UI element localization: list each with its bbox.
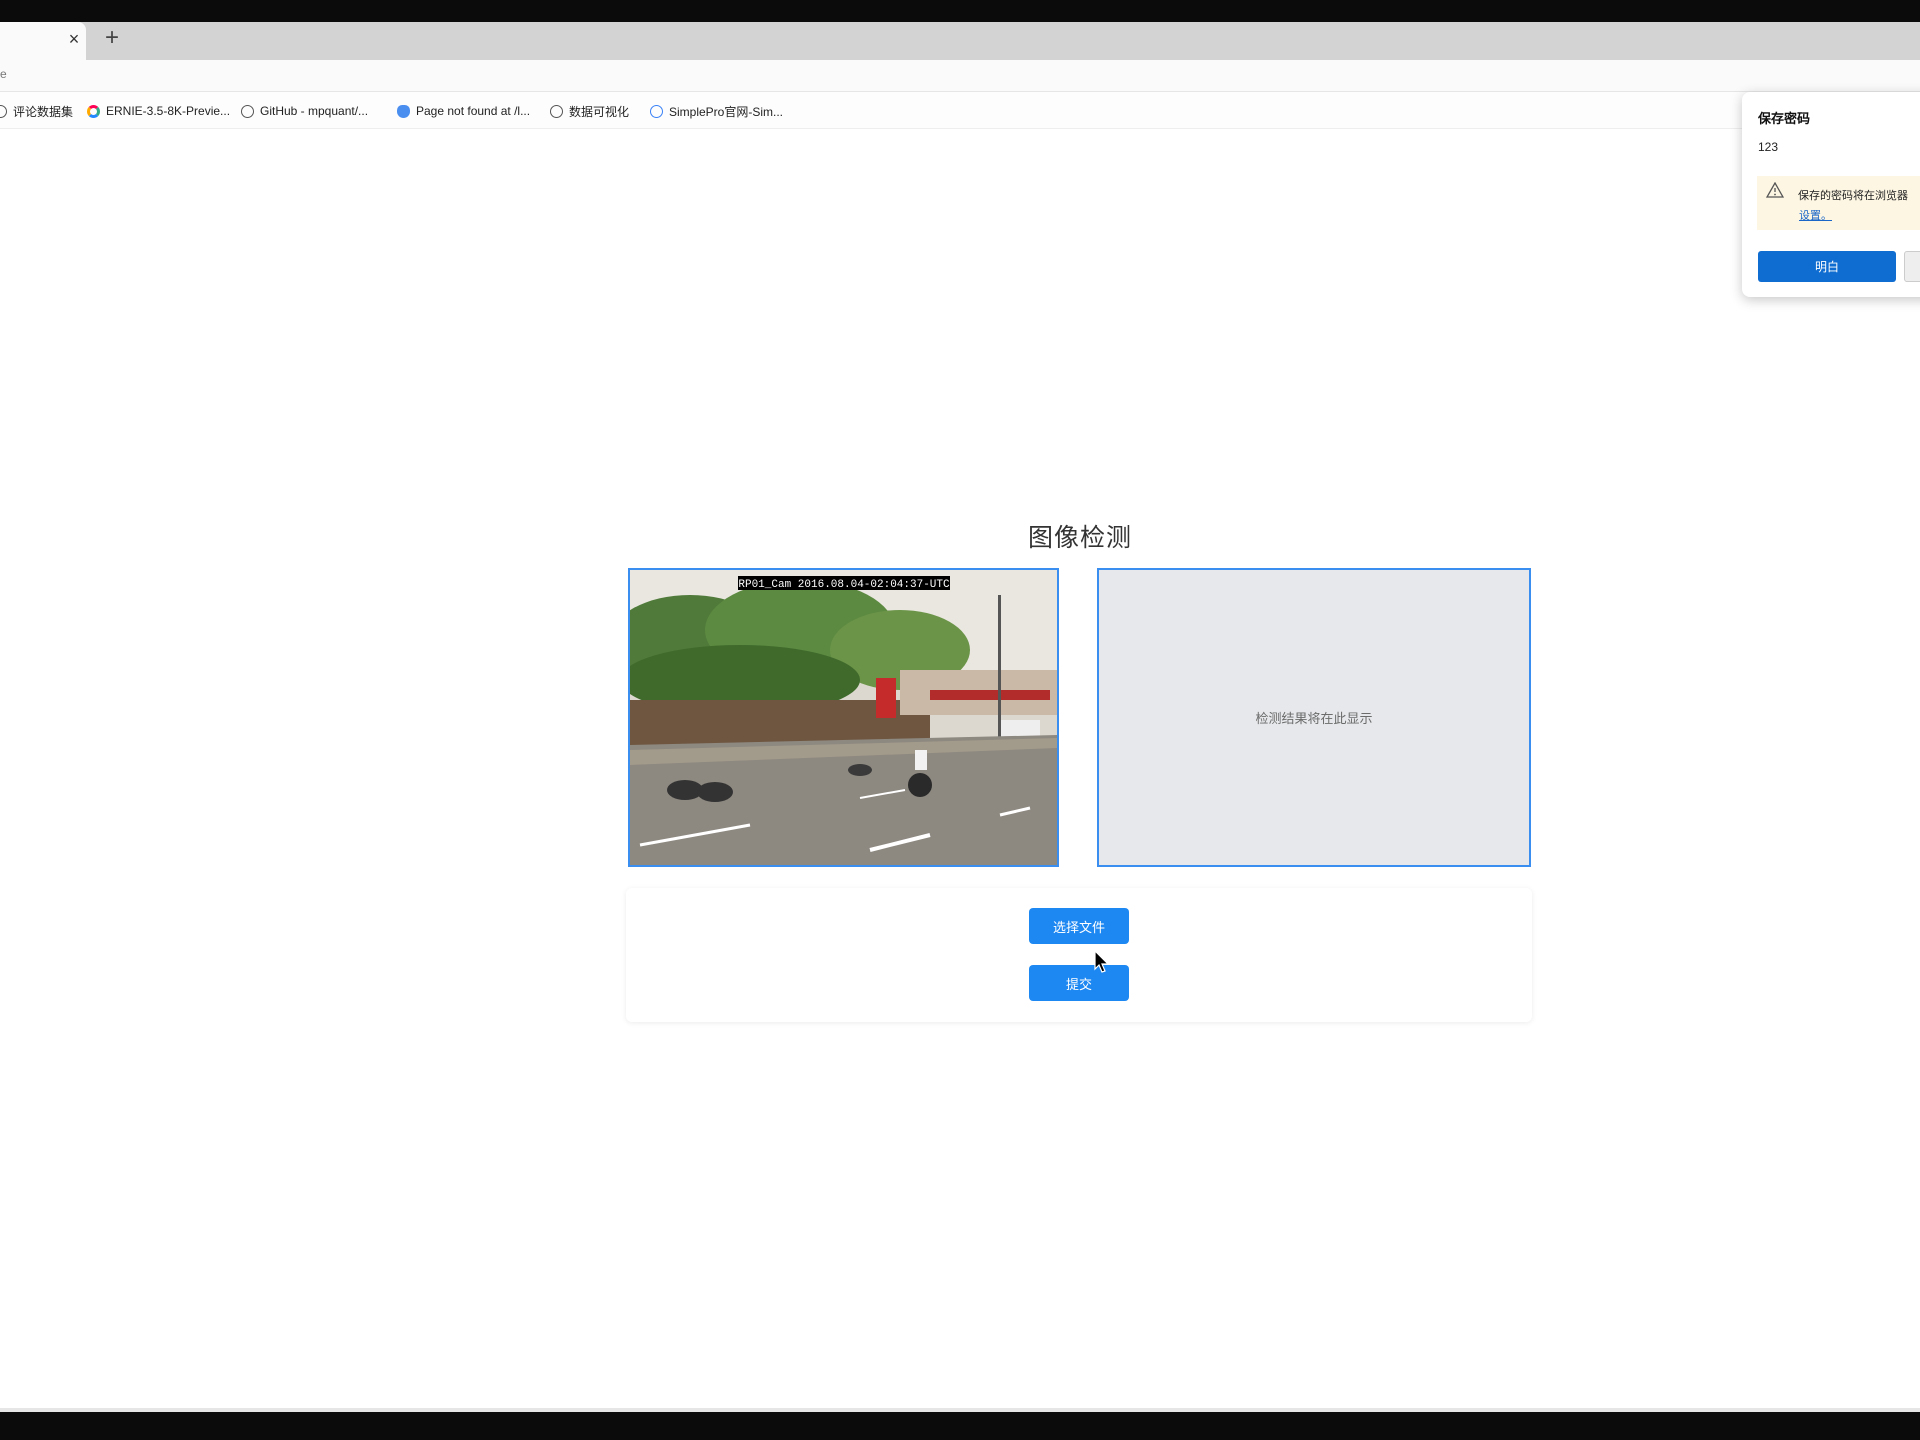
bookmark-item[interactable]: 数据可视化 <box>550 101 629 121</box>
bookmark-label: ERNIE-3.5-8K-Previe... <box>106 104 231 118</box>
ernie-logo-icon <box>87 104 100 118</box>
popup-secondary-button[interactable] <box>1904 251 1920 282</box>
window-bottom-bar <box>0 1412 1920 1440</box>
paw-icon <box>397 104 410 118</box>
detection-result-area: 检测结果将在此显示 <box>1097 568 1531 867</box>
settings-link[interactable]: 设置。 <box>1799 207 1832 223</box>
street-scene-image: RP01_Cam 2016.08.04-02:04:37-UTC <box>630 570 1057 865</box>
uploaded-image-preview: RP01_Cam 2016.08.04-02:04:37-UTC <box>628 568 1059 867</box>
choose-file-button[interactable]: 选择文件 <box>1029 908 1129 944</box>
tab-close-icon[interactable]: × <box>64 28 84 50</box>
popup-warning-text: 保存的密码将在浏览器 <box>1798 190 1908 202</box>
popup-username: 123 <box>1758 140 1779 154</box>
bookmark-item[interactable]: GitHub - mpquant/... <box>241 101 368 121</box>
bookmark-label: 评论数据集 <box>13 104 74 119</box>
bookmark-label: SimplePro官网-Sim... <box>669 104 784 119</box>
camera-timestamp-caption: RP01_Cam 2016.08.04-02:04:37-UTC <box>738 579 950 591</box>
globe-icon <box>550 104 563 118</box>
bookmark-item[interactable]: Page not found at /l... <box>397 101 530 121</box>
warning-icon <box>1766 182 1784 198</box>
tab-strip <box>0 22 1920 60</box>
page-title: 图像检测 <box>1027 524 1132 552</box>
submit-button[interactable]: 提交 <box>1029 965 1129 1001</box>
bookmark-label: GitHub - mpquant/... <box>260 104 369 118</box>
globe-icon <box>241 104 254 118</box>
address-text[interactable]: e <box>0 67 7 81</box>
simplepro-icon <box>650 104 663 118</box>
bookmark-item[interactable]: 评论数据集 <box>0 101 73 121</box>
address-bar[interactable] <box>0 60 1920 92</box>
popup-ok-button[interactable]: 明白 <box>1758 251 1896 282</box>
bookmark-item[interactable]: SimplePro官网-Sim... <box>650 101 783 121</box>
bookmark-label: 数据可视化 <box>569 104 630 119</box>
window-top-bar <box>0 0 1920 22</box>
bookmark-label: Page not found at /l... <box>416 104 531 118</box>
bookmark-item[interactable]: ERNIE-3.5-8K-Previe... <box>87 101 230 121</box>
new-tab-button[interactable]: + <box>100 24 124 54</box>
globe-icon <box>0 104 7 118</box>
popup-title: 保存密码 <box>1758 111 1811 126</box>
mouse-cursor-icon <box>1094 950 1110 973</box>
result-placeholder-text: 检测结果将在此显示 <box>1255 711 1373 726</box>
